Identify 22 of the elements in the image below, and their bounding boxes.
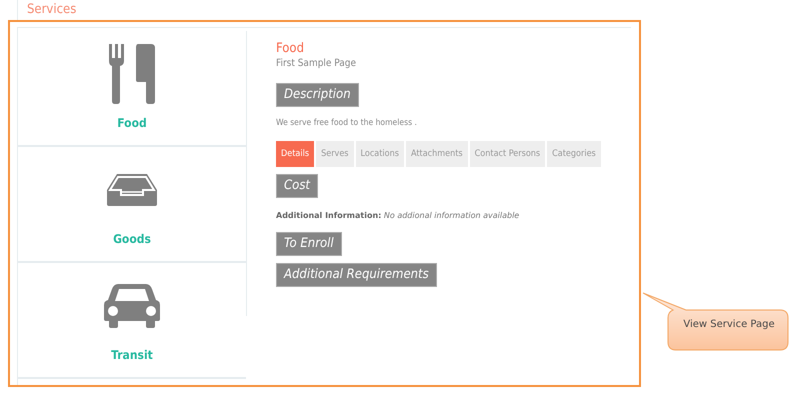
fork-knife-icon — [109, 44, 155, 104]
service-subtitle: First Sample Page — [276, 58, 358, 69]
description-text: We serve free food to the homeless . — [276, 118, 418, 128]
inbox-tray-icon — [107, 174, 157, 206]
tab[interactable]: Details — [276, 141, 314, 167]
info-text: Additional Information: No addional information available — [276, 211, 520, 220]
section-heading: Cost — [276, 174, 318, 198]
service-title: Food — [276, 41, 305, 56]
callout-text: View Service Page — [682, 319, 776, 330]
tab[interactable]: Attachments — [406, 141, 468, 167]
section-heading: Additional Requirements — [276, 263, 437, 287]
tab[interactable]: Serves — [316, 141, 354, 167]
page-title: Services — [27, 2, 76, 17]
section-heading: Description — [276, 83, 359, 107]
tab[interactable]: Categories — [547, 141, 601, 167]
service-label[interactable]: Food — [117, 116, 147, 130]
service-label[interactable]: Goods — [113, 232, 151, 246]
car-icon — [104, 284, 160, 328]
section-heading: To Enroll — [276, 232, 342, 256]
service-label[interactable]: Transit — [111, 348, 153, 362]
tab[interactable]: Contact Persons — [470, 141, 546, 167]
tab[interactable]: Locations — [356, 141, 404, 167]
